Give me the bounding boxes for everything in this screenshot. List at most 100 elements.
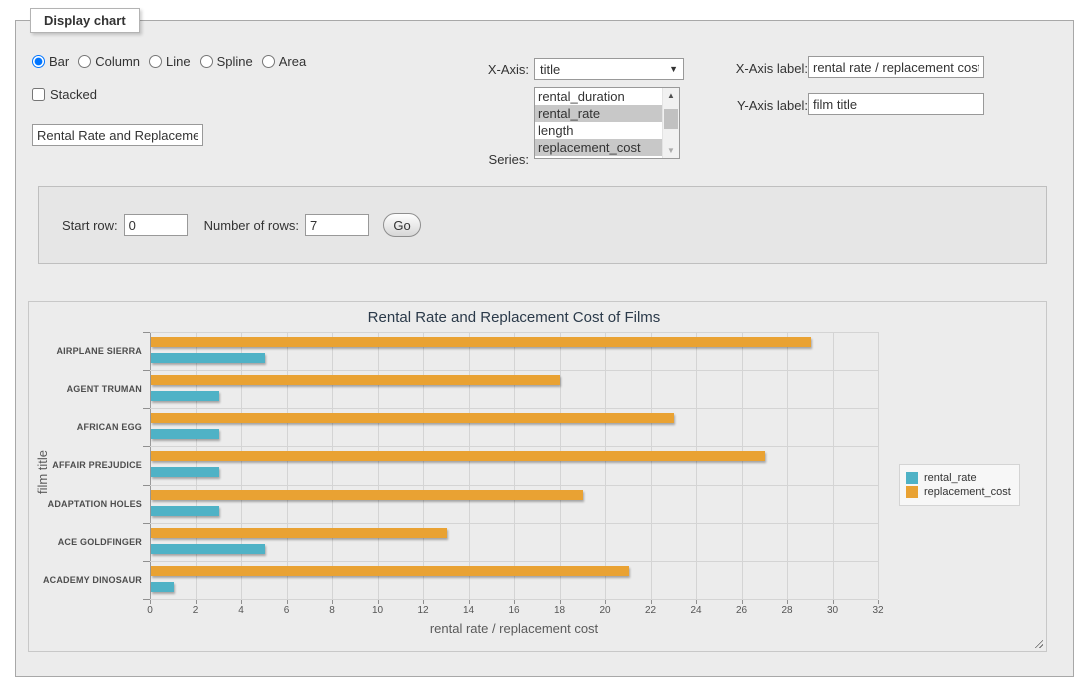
gridline (605, 332, 606, 599)
x-tick-label: 8 (317, 605, 347, 616)
x-tick-label: 6 (272, 605, 302, 616)
bar-replacement_cost (151, 337, 811, 347)
x-axis-selected-value: title (540, 62, 669, 77)
start-row-input[interactable] (124, 214, 188, 236)
series-multiselect[interactable]: rental_durationrental_ratelengthreplacem… (534, 87, 680, 159)
legend-item-rental_rate[interactable]: rental_rate (906, 472, 1011, 484)
bar-rental_rate (151, 506, 219, 516)
bar-rental_rate (151, 353, 265, 363)
x-tick-mark (469, 600, 470, 604)
bar-rental_rate (151, 582, 174, 592)
gridline (469, 332, 470, 599)
bar-rental_rate (151, 391, 219, 401)
gridline (514, 332, 515, 599)
gridline (332, 332, 333, 599)
x-axis-select[interactable]: title ▼ (534, 58, 684, 80)
x-tick-label: 24 (681, 605, 711, 616)
chart-type-option-line[interactable]: Line (149, 54, 191, 69)
y-tick-mark (143, 408, 150, 409)
gridline (651, 332, 652, 599)
number-of-rows-input[interactable] (305, 214, 369, 236)
x-tick-mark (332, 600, 333, 604)
x-tick-label: 2 (181, 605, 211, 616)
stacked-option[interactable]: Stacked (32, 87, 97, 102)
series-scrollbar[interactable]: ▲ ▼ (662, 88, 679, 158)
x-tick-mark (605, 600, 606, 604)
y-tick-mark (143, 599, 150, 600)
bar-rental_rate (151, 544, 265, 554)
gridline (150, 485, 878, 486)
chart-type-radio-line[interactable] (149, 55, 162, 68)
series-select-label: Series: (436, 152, 529, 167)
bar-replacement_cost (151, 375, 560, 385)
series-option-rental_rate[interactable]: rental_rate (535, 105, 662, 122)
y-axis-label-label: Y-Axis label: (716, 98, 808, 113)
bar-replacement_cost (151, 490, 583, 500)
chart-type-radio-spline[interactable] (200, 55, 213, 68)
x-tick-label: 12 (408, 605, 438, 616)
chart-type-option-column[interactable]: Column (78, 54, 140, 69)
series-option-replacement_cost[interactable]: replacement_cost (535, 139, 662, 156)
gridline (150, 332, 878, 333)
y-tick-mark (143, 332, 150, 333)
scroll-up-icon[interactable]: ▲ (663, 88, 679, 103)
x-tick-mark (742, 600, 743, 604)
stacked-checkbox[interactable] (32, 88, 45, 101)
rows-form: Start row: Number of rows: Go (38, 186, 1047, 264)
go-button[interactable]: Go (383, 213, 421, 237)
x-tick-mark (241, 600, 242, 604)
gridline (833, 332, 834, 599)
start-row-label: Start row: (62, 218, 118, 233)
x-tick-mark (514, 600, 515, 604)
display-chart-panel: Display chart BarColumnLineSplineArea St… (15, 20, 1074, 677)
bar-replacement_cost (151, 451, 765, 461)
x-tick-label: 26 (727, 605, 757, 616)
x-tick-label: 0 (135, 605, 165, 616)
bar-rental_rate (151, 429, 219, 439)
chart-type-radio-group: Bar Column Line Spline Area (32, 54, 315, 69)
series-option-length[interactable]: length (535, 122, 662, 139)
chart-plot-area (150, 332, 878, 599)
chart-x-axis-title: rental rate / replacement cost (150, 621, 878, 636)
x-tick-label: 32 (863, 605, 893, 616)
gridline (696, 332, 697, 599)
resize-grip-icon[interactable] (1032, 637, 1043, 648)
x-axis-select-label: X-Axis: (436, 62, 529, 77)
x-tick-label: 20 (590, 605, 620, 616)
x-tick-label: 16 (499, 605, 529, 616)
gridline (150, 446, 878, 447)
chart-type-option-area[interactable]: Area (262, 54, 306, 69)
x-tick-mark (560, 600, 561, 604)
chart-title-input[interactable] (32, 124, 203, 146)
x-tick-label: 22 (636, 605, 666, 616)
chart-type-radio-column[interactable] (78, 55, 91, 68)
x-tick-mark (696, 600, 697, 604)
category-label: ADAPTATION HOLES (29, 485, 142, 523)
y-tick-mark (143, 485, 150, 486)
chart-type-label: Bar (49, 54, 69, 69)
chart-type-option-bar[interactable]: Bar (32, 54, 69, 69)
chart-type-radio-bar[interactable] (32, 55, 45, 68)
chevron-down-icon: ▼ (669, 64, 678, 74)
category-label: AFRICAN EGG (29, 408, 142, 446)
legend-item-replacement_cost[interactable]: replacement_cost (906, 486, 1011, 498)
x-axis-label-input[interactable] (808, 56, 984, 78)
gridline (150, 561, 878, 562)
category-label: AFFAIR PREJUDICE (29, 446, 142, 484)
series-option-rental_duration[interactable]: rental_duration (535, 88, 662, 105)
x-tick-label: 18 (545, 605, 575, 616)
y-tick-mark (143, 523, 150, 524)
number-of-rows-label: Number of rows: (204, 218, 299, 233)
chart-container: Rental Rate and Replacement Cost of Film… (28, 301, 1047, 652)
category-label: AIRPLANE SIERRA (29, 332, 142, 370)
x-tick-mark (378, 600, 379, 604)
x-tick-mark (196, 600, 197, 604)
y-axis-line (150, 332, 151, 599)
chart-type-label: Column (95, 54, 140, 69)
y-axis-label-input[interactable] (808, 93, 984, 115)
chart-type-radio-area[interactable] (262, 55, 275, 68)
scrollbar-thumb[interactable] (664, 109, 678, 129)
chart-type-option-spline[interactable]: Spline (200, 54, 253, 69)
gridline (287, 332, 288, 599)
scroll-down-icon[interactable]: ▼ (663, 143, 679, 158)
